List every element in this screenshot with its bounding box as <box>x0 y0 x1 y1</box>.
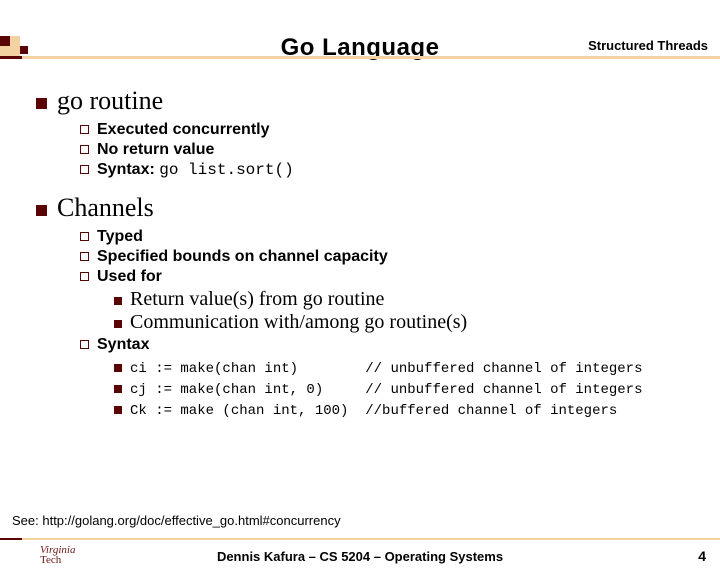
sub-sub-bullet-text: Return value(s) from go routine <box>130 288 384 311</box>
sub-bullet-text: Syntax: go list.sort() <box>97 161 294 179</box>
sub-sub-bullet-text: Communication with/among go routine(s) <box>130 311 467 334</box>
see-reference: See: http://golang.org/doc/effective_go.… <box>12 513 341 528</box>
sub-bullet: Used for <box>80 267 698 286</box>
hollow-square-icon <box>80 145 89 154</box>
sub-bullet: Syntax: go list.sort() <box>80 160 698 179</box>
square-bullet-icon <box>36 205 47 216</box>
sub-bullet: No return value <box>80 140 698 159</box>
code-line: ci := make(chan int) // unbuffered chann… <box>114 356 698 377</box>
sub-bullet: Specified bounds on channel capacity <box>80 247 698 266</box>
code-text: cj := make(chan int, 0) // unbuffered ch… <box>130 382 642 398</box>
header-accent-line <box>0 56 720 59</box>
section-title: Structured Threads <box>588 38 708 53</box>
content-area: go routine Executed concurrently No retu… <box>0 62 720 419</box>
sub-bullet-text: Used for <box>97 268 162 286</box>
sub-bullet: Typed <box>80 227 698 246</box>
hollow-square-icon <box>80 340 89 349</box>
small-square-icon <box>114 385 122 393</box>
bullet-go-routine: go routine <box>36 86 698 116</box>
small-square-icon <box>114 297 122 305</box>
small-square-icon <box>114 364 122 372</box>
sub-bullet: Syntax <box>80 335 698 354</box>
bullet-text: Channels <box>57 193 154 223</box>
header-decoration <box>0 36 28 56</box>
sub-bullet-text: Typed <box>97 228 143 246</box>
hollow-square-icon <box>80 125 89 134</box>
sub-bullet-text: Syntax <box>97 336 149 354</box>
sub-bullet-text: Executed concurrently <box>97 121 270 139</box>
sub-bullet: Executed concurrently <box>80 120 698 139</box>
small-square-icon <box>114 406 122 414</box>
sub-bullet-text: Specified bounds on channel capacity <box>97 248 388 266</box>
hollow-square-icon <box>80 252 89 261</box>
small-square-icon <box>114 320 122 328</box>
code-line: cj := make(chan int, 0) // unbuffered ch… <box>114 377 698 398</box>
code-text: Ck := make (chan int, 100) //buffered ch… <box>130 403 617 419</box>
bullet-channels: Channels <box>36 193 698 223</box>
page-number: 4 <box>698 548 706 564</box>
code-line: Ck := make (chan int, 100) //buffered ch… <box>114 398 698 419</box>
bullet-text: go routine <box>57 86 163 116</box>
sub-bullet-text: No return value <box>97 141 214 159</box>
square-bullet-icon <box>36 98 47 109</box>
hollow-square-icon <box>80 272 89 281</box>
footer-text: Dennis Kafura – CS 5204 – Operating Syst… <box>0 549 720 564</box>
sub-sub-bullet: Return value(s) from go routine <box>114 288 698 311</box>
sub-sub-bullet: Communication with/among go routine(s) <box>114 311 698 334</box>
hollow-square-icon <box>80 232 89 241</box>
hollow-square-icon <box>80 165 89 174</box>
code-text: ci := make(chan int) // unbuffered chann… <box>130 361 642 377</box>
